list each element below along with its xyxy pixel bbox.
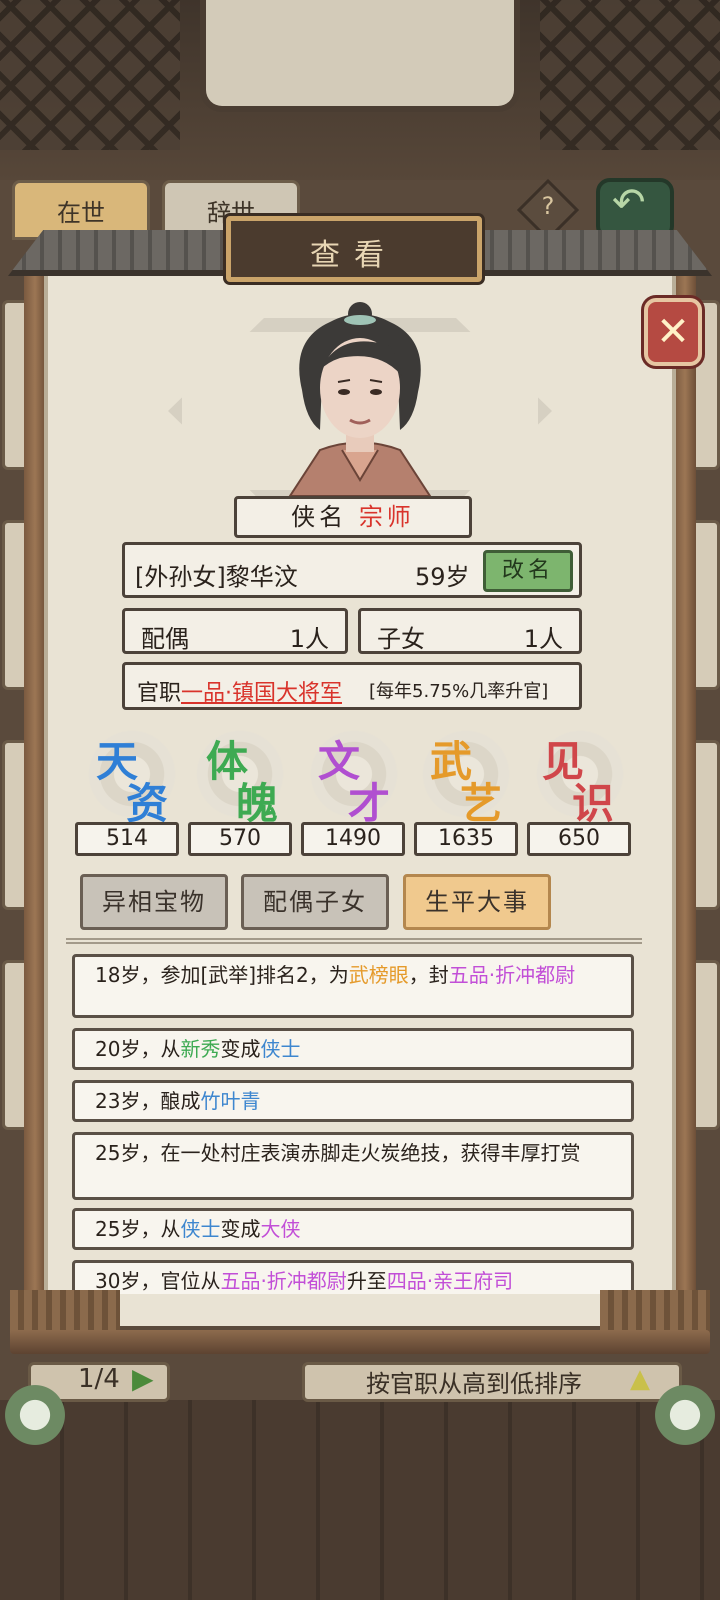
- rename-button[interactable]: 改名: [483, 550, 573, 592]
- spouse-row: 配偶 1人: [122, 608, 348, 654]
- event-text-segment: 25岁，在一处村庄表演赤脚走火炭绝技，获得丰厚打赏: [95, 1141, 581, 1165]
- event-text-segment: 四品·亲王府司: [386, 1269, 514, 1293]
- event-text-segment: ，封: [408, 963, 449, 987]
- stat-value-aptitude: 514: [75, 822, 179, 856]
- tab-spouse-children[interactable]: 配偶子女: [241, 874, 389, 930]
- event-text-segment: 升至: [346, 1269, 387, 1293]
- office-label: 官职: [137, 681, 182, 706]
- lattice-window-right: [540, 0, 720, 150]
- stat-value-literary: 1490: [301, 822, 405, 856]
- event-text-segment: 25岁，从: [95, 1217, 181, 1241]
- character-age: 59岁: [415, 563, 470, 591]
- name-row: [外孙女]黎华汶 59岁 改名: [122, 542, 582, 598]
- question-icon: ?: [541, 192, 555, 220]
- list-item: 18岁，参加[武举]排名2，为武榜眼，封五品·折冲都尉: [72, 954, 634, 1018]
- event-text-segment: 侠士: [260, 1037, 301, 1061]
- children-label: 子女: [377, 625, 425, 653]
- close-x-icon: ✕: [656, 309, 690, 355]
- event-text-segment: 18岁，参加[武举]排名2，为: [95, 963, 349, 987]
- office-value: 一品·镇国大将军: [181, 681, 342, 706]
- event-text-segment: 侠士: [180, 1217, 221, 1241]
- tab-treasure[interactable]: 异相宝物: [80, 874, 228, 930]
- event-text-segment: 变成: [220, 1037, 261, 1061]
- page-indicator-text: 1/4: [78, 1364, 120, 1394]
- list-item: 25岁，在一处村庄表演赤脚走火炭绝技，获得丰厚打赏: [72, 1132, 634, 1200]
- event-text-segment: 五品·折冲都尉: [220, 1269, 347, 1293]
- event-text-segment: 大侠: [260, 1217, 301, 1241]
- stat-label-literary: 文 才: [308, 728, 418, 828]
- tab-life-events[interactable]: 生平大事: [403, 874, 551, 930]
- frame-pillar-right: [674, 270, 696, 1350]
- spouse-count: 1人: [289, 625, 329, 653]
- stat-label-insight: 见 识: [532, 728, 642, 828]
- promotion-rate: [每年5.75%几率升官]: [369, 681, 549, 702]
- back-arrow-icon: ↶: [612, 180, 646, 226]
- hero-title-value: 宗师: [358, 503, 415, 531]
- background-floor: [0, 1400, 720, 1600]
- event-text-segment: 23岁，酿成: [95, 1089, 201, 1113]
- stat-value-martial: 1635: [414, 822, 518, 856]
- event-text-segment: 变成: [220, 1217, 261, 1241]
- event-text-segment: 武榜眼: [348, 963, 409, 987]
- flower-decoration-icon: [0, 1380, 70, 1450]
- stat-label-martial: 武 艺: [420, 728, 530, 828]
- character-portrait: [288, 302, 432, 496]
- sort-triangle-icon: ▲: [630, 1364, 650, 1394]
- event-text-segment: 新秀: [180, 1037, 221, 1061]
- frame-base: [10, 1330, 710, 1354]
- list-item: 30岁，官位从五品·折冲都尉升至四品·亲王府司: [72, 1260, 634, 1294]
- event-text-segment: 竹叶青: [200, 1089, 261, 1113]
- hero-title-box: 侠名 宗师: [234, 496, 472, 538]
- stat-value-physique: 570: [188, 822, 292, 856]
- close-button[interactable]: ✕: [644, 298, 702, 366]
- event-text-segment: 20岁，从: [95, 1037, 181, 1061]
- list-item: 20岁，从新秀变成侠士: [72, 1028, 634, 1070]
- list-item: 25岁，从侠士变成大侠: [72, 1208, 634, 1250]
- spouse-label: 配偶: [141, 625, 189, 653]
- frame-pillar-left: [24, 270, 46, 1350]
- flower-decoration-icon: [650, 1380, 720, 1450]
- stat-label-aptitude: 天 资: [86, 728, 196, 828]
- life-events-list[interactable]: 18岁，参加[武举]排名2，为武榜眼，封五品·折冲都尉 20岁，从新秀变成侠士 …: [60, 932, 640, 1294]
- children-row: 子女 1人: [358, 608, 582, 654]
- stat-label-physique: 体 魄: [196, 728, 306, 828]
- lattice-window-left: [0, 0, 180, 150]
- stat-value-insight: 650: [527, 822, 631, 856]
- dialog-title: 查看: [310, 238, 398, 273]
- office-row: 官职 一品·镇国大将军 [每年5.75%几率升官]: [122, 662, 582, 710]
- hero-title-label: 侠名: [291, 503, 348, 531]
- next-page-arrow-icon[interactable]: ▶: [132, 1362, 154, 1395]
- character-name: [外孙女]黎华汶: [135, 563, 298, 591]
- list-item: 23岁，酿成竹叶青: [72, 1080, 634, 1122]
- sort-label: 按官职从高到低排序: [366, 1370, 582, 1398]
- event-text-segment: 五品·折冲都尉: [448, 963, 576, 987]
- wall-painting: [200, 0, 520, 112]
- children-count: 1人: [523, 625, 563, 653]
